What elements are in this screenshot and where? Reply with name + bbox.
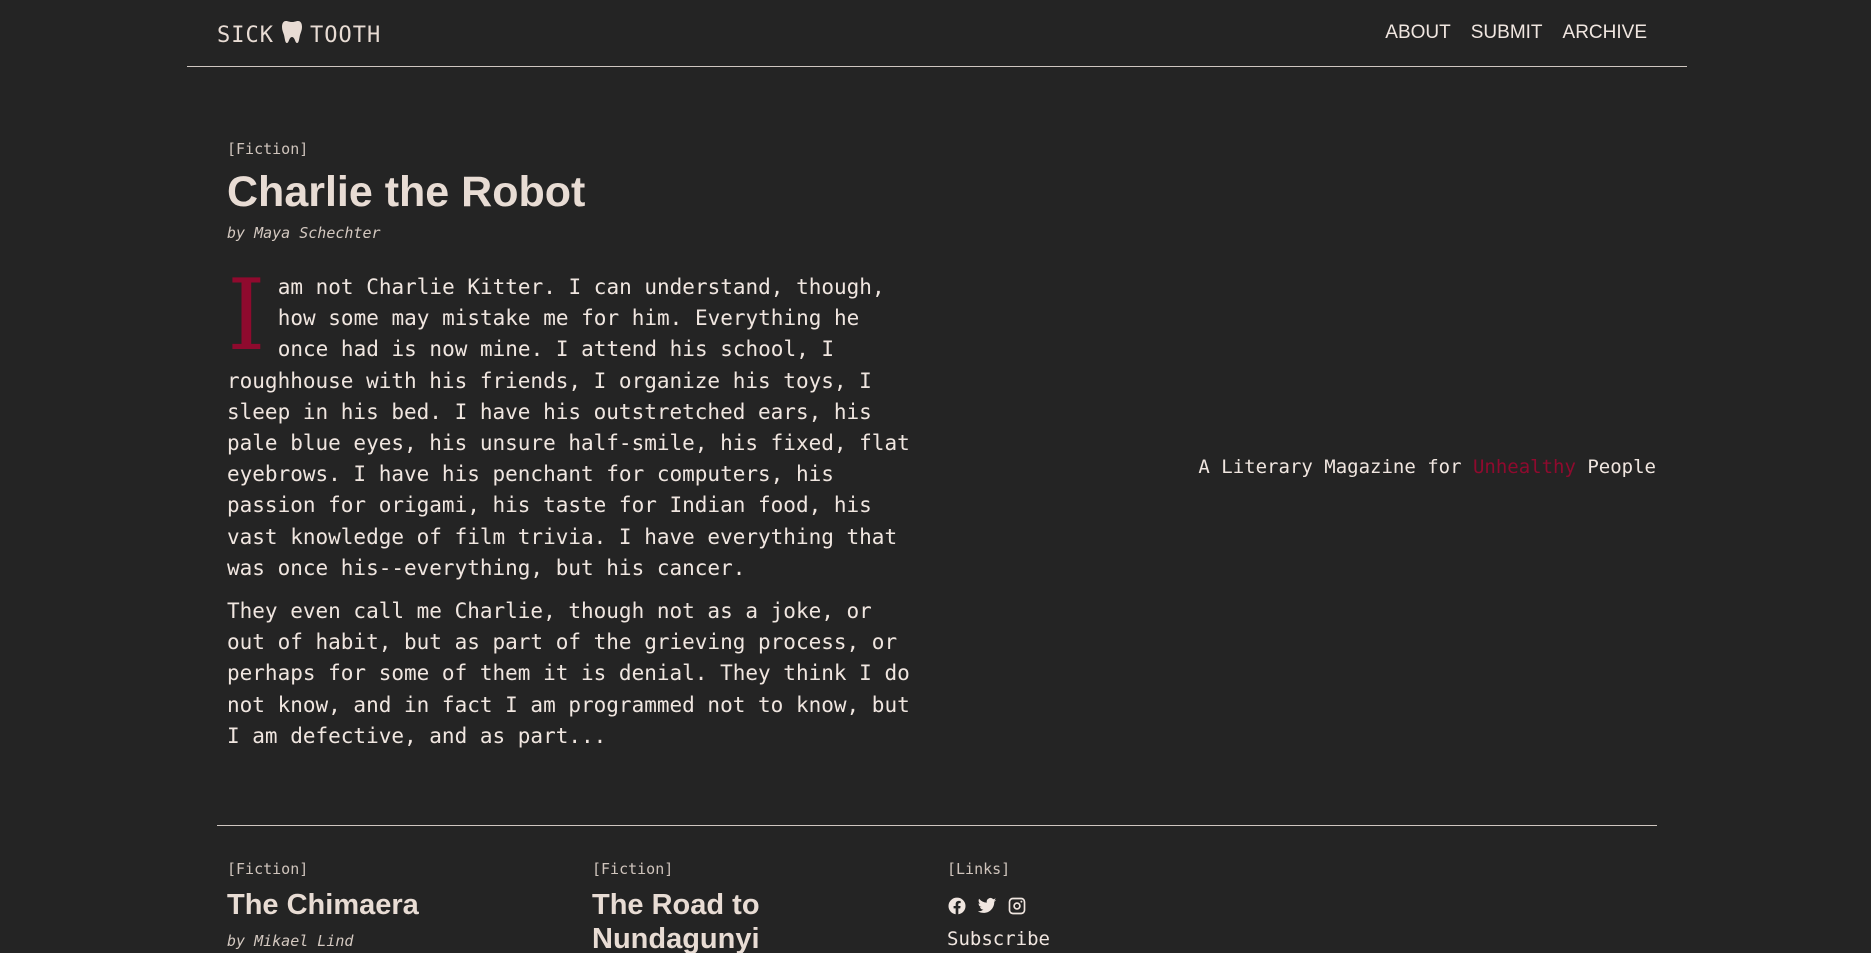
links-category: [Links]	[947, 860, 1011, 878]
section-divider	[217, 825, 1657, 826]
card-title[interactable]: The Chimaera	[227, 888, 419, 922]
excerpt-text-1: am not Charlie Kitter. I can understand,…	[227, 275, 910, 580]
featured-title[interactable]: Charlie the Robot	[227, 168, 585, 217]
site-header: SICK TOOTH ABOUT SUBMIT ARCHIVE	[187, 0, 1687, 67]
facebook-icon[interactable]	[947, 896, 967, 916]
site-tagline: A Literary Magazine for Unhealthy People	[1198, 456, 1656, 478]
instagram-icon[interactable]	[1007, 896, 1027, 916]
site-logo[interactable]: SICK TOOTH	[217, 20, 381, 50]
logo-text-right: TOOTH	[309, 22, 382, 48]
nav-submit[interactable]: SUBMIT	[1471, 22, 1543, 44]
tagline-after: People	[1575, 456, 1656, 478]
page: SICK TOOTH ABOUT SUBMIT ARCHIVE [Fiction…	[0, 0, 1871, 953]
twitter-icon[interactable]	[977, 896, 997, 916]
tagline-before: A Literary Magazine for	[1198, 456, 1473, 478]
logo-text-left: SICK	[217, 22, 274, 48]
excerpt-paragraph-1: Iam not Charlie Kitter. I can understand…	[227, 259, 917, 584]
card-title[interactable]: The Road to Nundagunyi	[592, 888, 792, 953]
tooth-icon	[281, 20, 302, 50]
featured-category[interactable]: [Fiction]	[227, 140, 308, 158]
tagline-accent: Unhealthy	[1472, 456, 1576, 478]
nav-about[interactable]: ABOUT	[1385, 22, 1450, 44]
dropcap: I	[227, 259, 266, 373]
excerpt-paragraph-2: They even call me Charlie, though not as…	[227, 599, 910, 748]
main-nav: ABOUT SUBMIT ARCHIVE	[1385, 22, 1647, 44]
card-category[interactable]: [Fiction]	[592, 860, 673, 878]
featured-excerpt: Iam not Charlie Kitter. I can understand…	[227, 259, 917, 764]
nav-archive[interactable]: ARCHIVE	[1563, 22, 1647, 44]
social-links	[947, 896, 1027, 916]
card-byline: by Mikael Lind	[227, 932, 354, 950]
card-category[interactable]: [Fiction]	[227, 860, 308, 878]
subscribe-link[interactable]: Subscribe	[947, 928, 1050, 950]
featured-byline: by Maya Schechter	[227, 224, 381, 242]
